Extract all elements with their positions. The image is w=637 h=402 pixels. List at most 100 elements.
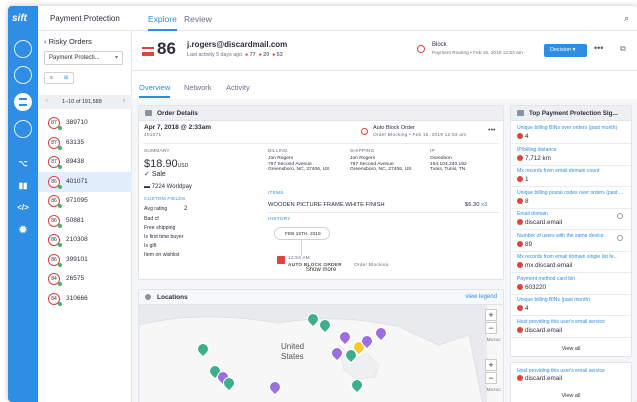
signal-value: 7,712 km [517, 154, 551, 162]
tab-explore[interactable]: Explore [148, 14, 177, 31]
zoom-out-button-2[interactable]: − [485, 372, 497, 384]
shipping-address: Jon Rogers 767 Second Avenue Greensboro, N… [350, 156, 411, 173]
tab-review[interactable]: Review [184, 14, 212, 24]
next-page-icon[interactable]: › [123, 98, 125, 104]
count-network: 53 [276, 52, 283, 58]
risk-dot [517, 176, 523, 182]
info-icon[interactable] [617, 234, 623, 241]
locations-map[interactable]: United States + − + − Moroc Moroc [139, 305, 503, 402]
info-icon[interactable] [617, 213, 623, 219]
shield-icon[interactable] [14, 66, 32, 84]
signals-title: Top Payment Protection Sig... [529, 110, 618, 117]
history-event-icon [277, 256, 285, 264]
tab-overview[interactable]: Overview [139, 83, 171, 98]
list-item[interactable]: 86 50881 [38, 211, 132, 231]
signal-label: IP/billing distance [517, 146, 557, 153]
list-item[interactable]: 86 401071 [38, 171, 132, 192]
order-details-header: Order Details [139, 106, 503, 121]
order-amount: $18.90USD [144, 158, 188, 172]
top-bar: Payment Protection Explore Review ⌕ [38, 6, 637, 31]
ip-label: IP [430, 149, 435, 154]
list-icon [517, 110, 524, 116]
item-price: $6.30 x3 [465, 202, 487, 209]
sale-label: ✓ Sale [144, 171, 166, 178]
list-item[interactable]: 84 310666 [38, 289, 132, 309]
summary-label: SUMMARY [144, 149, 170, 154]
zoom-in-button[interactable]: + [485, 309, 497, 321]
status-dot [58, 204, 62, 208]
zoom-out-button[interactable]: − [485, 322, 497, 334]
custom-field: Item on wishlist [144, 252, 180, 258]
list-item[interactable]: 86 399101 [38, 250, 132, 270]
search-icon[interactable]: ⌕ [624, 13, 629, 24]
code-icon[interactable]: </> [8, 203, 38, 212]
list-item[interactable]: 87 63135 [38, 133, 132, 153]
signal-value: mx.discard.email [517, 262, 572, 269]
order-details-card: Order Details Apr 7, 2018 @ 2:33am 40107… [138, 105, 504, 280]
count-locations: 20 [263, 52, 270, 58]
signal-value: 603220 [517, 283, 546, 291]
user-header: 86 j.rogers@discardmail.com Last activit… [132, 31, 637, 71]
list-icon[interactable] [14, 93, 32, 111]
sale-text: Sale [151, 171, 166, 178]
item-price-value: $6.30 [465, 202, 480, 208]
profile-icon[interactable] [14, 40, 32, 58]
signal-value-text: 4 [525, 133, 529, 140]
list-item[interactable]: 87 389710 [38, 113, 132, 133]
country-label: United States [281, 342, 305, 361]
more-icon[interactable]: ••• [594, 43, 603, 53]
order-id: 389710 [66, 119, 88, 126]
chart-icon[interactable]: ▮▮ [8, 181, 38, 190]
item-name[interactable]: WOODEN PICTURE FRAME WHITE FINISH [268, 202, 385, 209]
show-more-button[interactable]: Show more [143, 266, 499, 277]
location-icon: ● [258, 52, 262, 58]
signal-value: 1 [517, 176, 529, 183]
list-title[interactable]: ‹ Risky Orders [44, 37, 92, 46]
tab-network[interactable]: Network [184, 83, 212, 92]
billing-address: Jon Rogers 767 Second Avenue Greensboro, N… [268, 156, 329, 173]
signal-value-text: 4 [525, 305, 529, 312]
view-toggle[interactable]: ≡ ⊞ [44, 72, 74, 84]
user-email[interactable]: j.rogers@discardmail.com [187, 40, 287, 49]
pagination: ‹ 1–10 of 191,588 › [38, 95, 132, 109]
signal-value: discard.email [517, 219, 562, 226]
chevron-down-icon: ▾ [114, 55, 118, 61]
abuse-type-select[interactable]: Payment Protecti... ▾ [44, 51, 123, 65]
divider [511, 207, 631, 209]
signals-card-2: Host providing this user's email service… [510, 362, 632, 402]
view-all-link[interactable]: View all [511, 346, 631, 352]
status-dot [58, 145, 62, 150]
risk-dot [517, 219, 523, 225]
count-orders: 77 [249, 52, 256, 58]
billing-label: BILLING [268, 149, 288, 154]
list-item[interactable]: 87 89438 [38, 152, 132, 172]
zoom-in-button-2[interactable]: + [485, 359, 497, 371]
list-item[interactable]: 86 210308 [38, 230, 132, 250]
more-icon[interactable]: ••• [488, 127, 495, 134]
workflow-icon[interactable]: ⌥ [8, 159, 38, 168]
list-item[interactable]: 86 971095 [38, 191, 132, 211]
tab-activity[interactable]: Activity [226, 83, 250, 92]
view-all-link-2[interactable]: View all [511, 393, 631, 399]
list-item[interactable]: 84 26575 [38, 269, 132, 289]
divider [143, 143, 499, 144]
item-qty: x3 [481, 202, 488, 208]
list-view-icon[interactable]: ≡ [50, 75, 53, 81]
signal-value-text: discard.email [525, 375, 563, 382]
view-legend-link[interactable]: view legend [465, 294, 497, 300]
gear-icon[interactable]: ✹ [8, 225, 38, 236]
block-icon [417, 45, 425, 53]
signal-value-text: discard.email [525, 219, 563, 226]
status-dot [58, 243, 62, 247]
locations-header: Locations view legend [139, 290, 503, 305]
amount-value: $18.90 [144, 158, 178, 170]
order-id: 63135 [66, 138, 85, 146]
select-value: Payment Protecti... [49, 55, 100, 61]
signal-value: 4 [517, 133, 529, 140]
globe-icon[interactable] [14, 120, 32, 138]
prev-page-icon[interactable]: ‹ [46, 98, 48, 104]
risk-dot [517, 133, 523, 139]
external-link-icon[interactable]: ⧉ [620, 44, 626, 54]
grid-view-icon[interactable]: ⊞ [64, 75, 68, 81]
decision-button[interactable]: Decision ▾ [544, 44, 587, 57]
